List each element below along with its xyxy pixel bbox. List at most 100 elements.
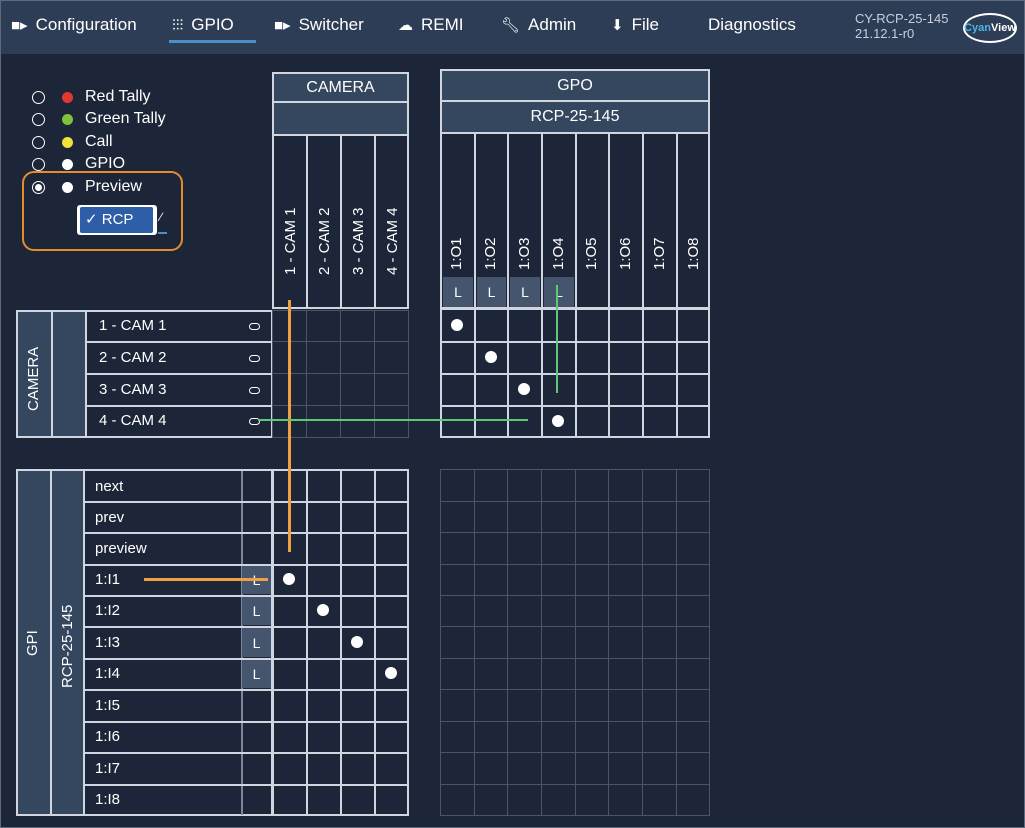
preview-source-value[interactable]: ✓ RCP (80, 207, 153, 233)
column-gpo-6[interactable]: 1:O6 (617, 237, 634, 270)
latch-toggle[interactable]: L (242, 597, 271, 625)
matrix-dot[interactable] (351, 636, 363, 648)
column-cam-3[interactable]: 3 - CAM 3 (350, 207, 367, 275)
camera-device-label-bg (53, 312, 86, 436)
divider (441, 721, 709, 722)
column-cam-1[interactable]: 1 - CAM 1 (282, 207, 299, 275)
divider (84, 721, 272, 723)
divider (575, 470, 576, 815)
wrench-icon: 🔧︎ (501, 16, 521, 34)
matrix-dot[interactable] (552, 415, 564, 427)
camera-subheader (272, 101, 409, 136)
camera-group-label: CAMERA (25, 346, 42, 411)
matrix-dot[interactable] (385, 667, 397, 679)
column-cam-2[interactable]: 2 - CAM 2 (316, 207, 333, 275)
nav-configuration[interactable]: ■▸ Configuration (11, 14, 137, 36)
latch-toggle[interactable]: L (242, 660, 271, 688)
gpo-device-name: RCP-25-145 (530, 108, 620, 125)
link-icon[interactable] (249, 323, 260, 330)
divider (274, 501, 407, 503)
divider (273, 405, 408, 406)
nav-remi[interactable]: ☁ REMI (398, 14, 464, 36)
radio-button[interactable] (32, 157, 45, 171)
radio-button[interactable] (32, 135, 45, 149)
column-gpo-8[interactable]: 1:O8 (685, 237, 702, 270)
latch-toggle[interactable]: L (477, 277, 506, 307)
row-cam-3[interactable]: 3 - CAM 3 (99, 381, 167, 398)
row-gpi-next[interactable]: next (95, 478, 123, 495)
nav-admin[interactable]: 🔧︎ Admin (501, 14, 576, 36)
camera-header-title: CAMERA (306, 78, 375, 96)
latch-toggle[interactable]: L (242, 628, 271, 657)
row-gpi-i2[interactable]: 1:I2 (95, 602, 120, 619)
select-underline (158, 232, 167, 234)
legend-preview[interactable]: Preview (32, 177, 142, 197)
divider (507, 470, 508, 815)
device-name: CY-RCP-25-145 (855, 11, 949, 26)
divider (441, 752, 709, 753)
divider (541, 134, 543, 308)
column-gpo-4[interactable]: 1:O4 (550, 237, 567, 270)
red-dot-icon (62, 91, 73, 103)
matrix-dot[interactable] (485, 351, 497, 363)
device-version: 21.12.1-r0 (855, 26, 915, 41)
matrix-dot[interactable] (518, 383, 530, 395)
column-gpo-3[interactable]: 1:O3 (516, 237, 533, 270)
latch-toggle[interactable]: L (544, 277, 574, 307)
legend-red-tally[interactable]: Red Tally (32, 87, 151, 107)
row-cam-1[interactable]: 1 - CAM 1 (99, 317, 167, 334)
legend-label: Preview (85, 178, 142, 195)
row-gpi-i5[interactable]: 1:I5 (95, 697, 120, 714)
divider (374, 136, 376, 308)
radio-button-selected[interactable] (32, 180, 45, 194)
divider (86, 341, 272, 343)
column-gpo-2[interactable]: 1:O2 (482, 237, 499, 270)
divider (575, 134, 577, 308)
row-gpi-i8[interactable]: 1:I8 (95, 791, 120, 808)
row-gpi-i6[interactable]: 1:I6 (95, 728, 120, 745)
divider (474, 470, 475, 815)
legend-call[interactable]: Call (32, 132, 113, 152)
nav-diagnostics[interactable]: Diagnostics (708, 14, 796, 36)
divider (84, 689, 272, 691)
nav-gpio[interactable]: ⫶⫶⫶ GPIO (172, 14, 234, 36)
nav-file[interactable]: ⬇ File (611, 14, 659, 36)
download-icon: ⬇ (611, 16, 624, 34)
row-gpi-prev[interactable]: prev (95, 509, 124, 526)
row-gpi-i4[interactable]: 1:I4 (95, 665, 120, 682)
divider (676, 470, 677, 815)
row-gpi-i3[interactable]: 1:I3 (95, 634, 120, 651)
legend-green-tally[interactable]: Green Tally (32, 109, 166, 129)
link-icon[interactable] (249, 355, 260, 362)
row-cam-2[interactable]: 2 - CAM 2 (99, 349, 167, 366)
latch-toggle[interactable]: L (510, 277, 540, 307)
divider (274, 626, 407, 628)
row-gpi-i1[interactable]: 1:I1 (95, 571, 120, 588)
divider (374, 471, 376, 815)
radio-button[interactable] (32, 90, 45, 104)
row-cam-4[interactable]: 4 - CAM 4 (99, 412, 167, 429)
column-cam-4[interactable]: 4 - CAM 4 (384, 207, 401, 275)
gpio-icon: ⫶⫶⫶ (172, 16, 184, 34)
divider (274, 595, 407, 597)
row-gpi-preview[interactable]: preview (95, 540, 147, 557)
divider (306, 136, 308, 308)
link-icon[interactable] (249, 387, 260, 394)
divider (441, 784, 709, 785)
divider (274, 721, 407, 723)
divider (608, 134, 610, 308)
column-gpo-5[interactable]: 1:O5 (583, 237, 600, 270)
divider (474, 134, 476, 308)
latch-toggle[interactable]: L (443, 277, 473, 307)
device-info: CY-RCP-25-145 21.12.1-r0 (855, 11, 948, 41)
matrix-dot[interactable] (283, 573, 295, 585)
matrix-dot[interactable] (317, 604, 329, 616)
column-gpo-1[interactable]: 1:O1 (448, 237, 465, 270)
matrix-dot[interactable] (451, 319, 463, 331)
nav-file-label: File (631, 15, 659, 34)
radio-button[interactable] (32, 112, 45, 126)
column-gpo-7[interactable]: 1:O7 (651, 237, 668, 270)
nav-switcher[interactable]: ■▸ Switcher (274, 14, 364, 36)
row-gpi-i7[interactable]: 1:I7 (95, 760, 120, 777)
nav-switcher-label: Switcher (298, 15, 364, 34)
